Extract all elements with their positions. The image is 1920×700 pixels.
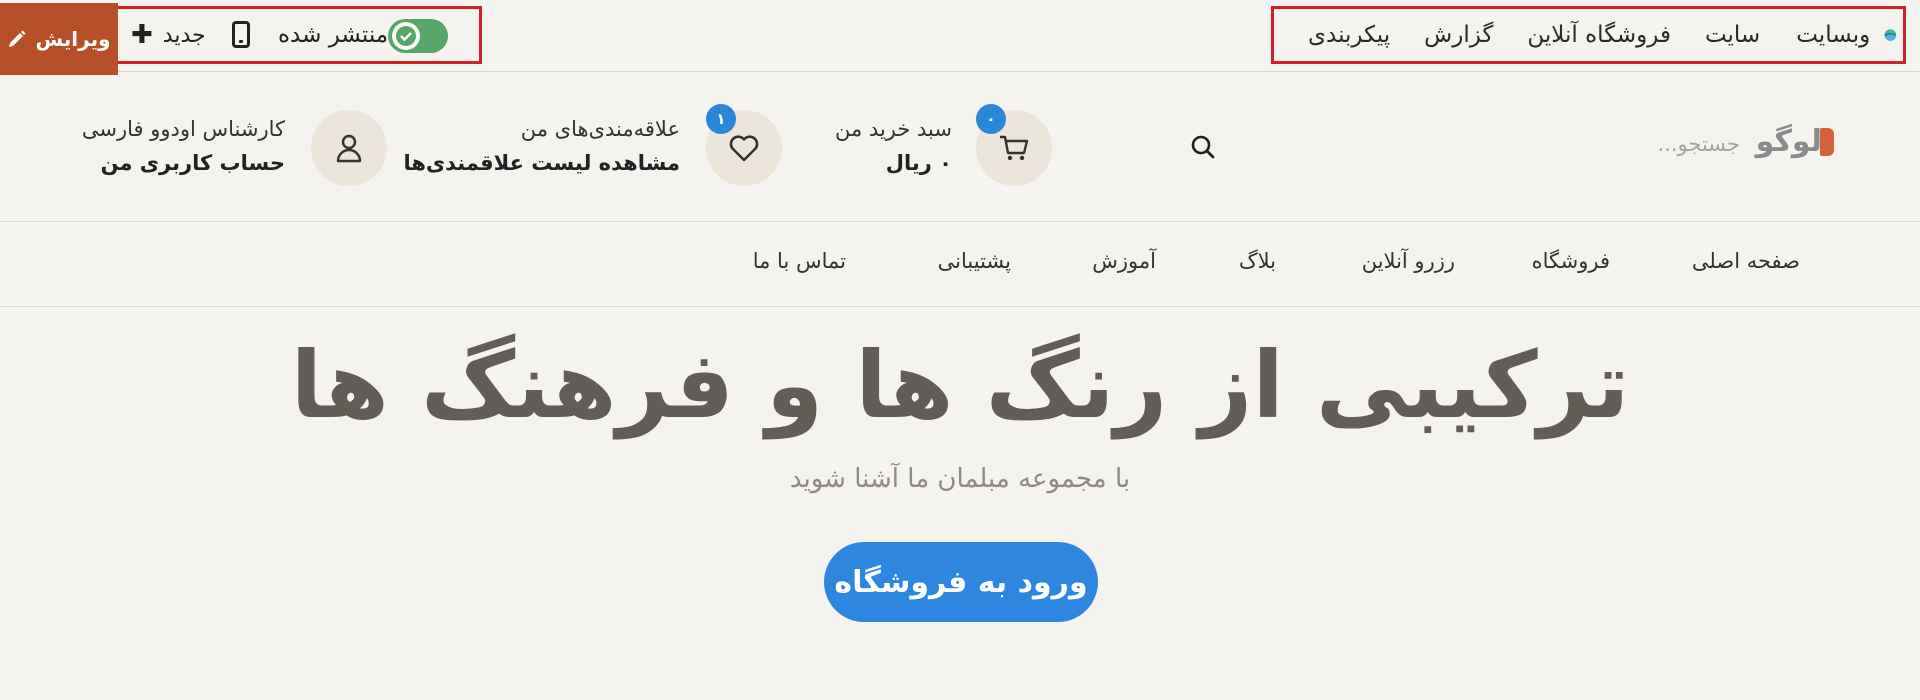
cart-total: ۰ ریال — [885, 151, 952, 175]
hero-title: ترکیبی از رنگ ها و فرهنگ ها — [290, 332, 1630, 439]
check-icon — [392, 22, 420, 50]
pencil-icon — [9, 30, 26, 47]
wishlist-link[interactable]: مشاهده لیست علاقمندی‌ها — [403, 151, 680, 175]
publish-toggle[interactable] — [388, 19, 448, 53]
account-button[interactable] — [311, 110, 387, 186]
nav-item-education[interactable]: آموزش — [1092, 249, 1156, 273]
nav-item-booking[interactable]: رزرو آنلاین — [1362, 249, 1455, 273]
edit-button[interactable]: ویرایش — [0, 3, 118, 75]
account-name: کارشناس اودوو فارسی — [81, 117, 285, 141]
admin-main-menu: وبسایت سایت فروشگاه آنلاین گزارش پیکربند… — [1271, 6, 1906, 64]
plus-icon: ✚ — [131, 20, 153, 50]
wishlist-count-badge: ۱ — [706, 104, 736, 134]
cart-info[interactable]: سبد خرید من ۰ ریال — [835, 117, 952, 175]
cart-count-badge: ۰ — [976, 104, 1006, 134]
wishlist-title: علاقه‌مندی‌های من — [520, 117, 680, 141]
account-info[interactable]: کارشناس اودوو فارسی حساب کاربری من — [82, 117, 285, 175]
wishlist-info[interactable]: علاقه‌مندی‌های من مشاهده لیست علاقمندی‌ه… — [403, 117, 680, 175]
search-input[interactable] — [1360, 122, 1740, 166]
site-logo[interactable]: لوگو — [1756, 124, 1834, 159]
nav-item-contact[interactable]: تماس با ما — [753, 249, 846, 273]
nav-item-shop[interactable]: فروشگاه — [1532, 249, 1610, 273]
edit-label: ویرایش — [35, 27, 111, 51]
shop-entry-button[interactable]: ورود به فروشگاه — [824, 542, 1098, 622]
cart-icon — [1000, 135, 1029, 161]
cart-title: سبد خرید من — [835, 117, 952, 141]
nav-item-home[interactable]: صفحه اصلی — [1692, 249, 1800, 273]
logo-mark-icon — [1820, 127, 1834, 156]
admin-topbar: وبسایت سایت فروشگاه آنلاین گزارش پیکربند… — [0, 0, 1920, 75]
new-label: جدید — [162, 22, 206, 48]
search-icon[interactable] — [1190, 134, 1216, 160]
user-icon — [336, 134, 362, 163]
website-app-icon[interactable] — [1884, 13, 1897, 57]
heart-icon — [729, 135, 759, 162]
main-nav: صفحه اصلی فروشگاه رزرو آنلاین بلاگ آموزش… — [0, 222, 1920, 307]
publish-status-label: منتشر شده — [278, 22, 389, 48]
nav-item-support[interactable]: پشتیبانی — [938, 249, 1011, 273]
account-link[interactable]: حساب کاربری من — [82, 151, 285, 175]
site-header: لوگو ۰ سبد خرید من ۰ ریال ۱ علاقه‌مندی‌ه… — [0, 72, 1920, 222]
cart-button[interactable]: ۰ — [976, 104, 1052, 186]
mobile-preview-icon[interactable] — [232, 21, 250, 48]
admin-menu-website[interactable]: وبسایت — [1796, 22, 1870, 48]
wishlist-button[interactable]: ۱ — [706, 104, 782, 186]
admin-menu-reporting[interactable]: گزارش — [1424, 22, 1493, 48]
admin-menu-configuration[interactable]: پیکربندی — [1308, 22, 1390, 48]
logo-text: لوگو — [1755, 124, 1822, 159]
admin-menu-site[interactable]: سایت — [1705, 22, 1760, 48]
admin-actions: ویرایش جدید ✚ منتشر شده — [0, 3, 482, 75]
admin-menu-ecommerce[interactable]: فروشگاه آنلاین — [1527, 22, 1671, 48]
new-button[interactable]: جدید ✚ — [131, 9, 206, 61]
hero-subtitle: با مجموعه مبلمان ما آشنا شوید — [789, 464, 1131, 494]
nav-item-blog[interactable]: بلاگ — [1239, 249, 1276, 273]
